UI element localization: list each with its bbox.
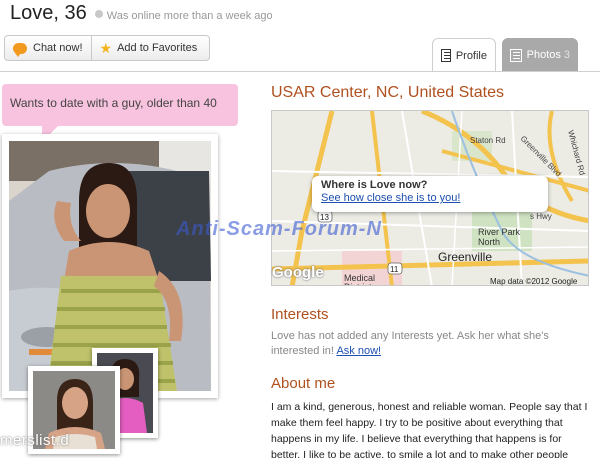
- online-status-text: Was online more than a week ago: [106, 10, 273, 22]
- chat-bubble-icon: [13, 42, 27, 57]
- online-status-icon: [94, 10, 103, 18]
- profile-actions: Chat now! ★ Add to Favorites: [4, 35, 210, 61]
- see-how-close-link[interactable]: See how close she is to you!: [321, 192, 539, 204]
- map-label-greenville: Greenville: [438, 250, 492, 264]
- profile-header: Love, 36 Was online more than a week ago: [10, 2, 273, 28]
- tab-photos[interactable]: Photos 3: [502, 38, 578, 72]
- profile-tabs: Profile Photos 3: [430, 38, 600, 72]
- interests-heading: Interests: [271, 306, 329, 323]
- add-to-favorites-button[interactable]: ★ Add to Favorites: [90, 36, 206, 60]
- map-popup-title: Where is Love now?: [321, 179, 428, 191]
- tab-profile-label: Profile: [455, 49, 487, 62]
- tab-photos-label: Photos: [526, 49, 561, 61]
- map-label-hwy: s Hwy: [530, 212, 552, 221]
- location-heading: USAR Center, NC, United States: [271, 84, 504, 101]
- dating-preference-bubble: Wants to date with a guy, older than 40: [2, 84, 238, 142]
- interests-text: Love has not added any Interests yet. As…: [271, 329, 581, 359]
- map-popup: Where is Love now? See how close she is …: [312, 176, 548, 212]
- map-label-river-park-line1: River Park: [478, 227, 521, 237]
- map-route-11: 11: [390, 265, 399, 274]
- dating-preference-text: Wants to date with a guy, older than 40: [10, 96, 217, 110]
- profile-name: Love, 36: [10, 2, 87, 24]
- profile-card-icon: [441, 49, 451, 62]
- google-logo: Google: [272, 264, 324, 281]
- photos-count: 3: [563, 49, 570, 61]
- tab-divider: [0, 71, 600, 72]
- add-to-favorites-label: Add to Favorites: [117, 42, 198, 54]
- map-copyright: Map data ©2012 Google: [490, 277, 578, 286]
- chat-now-button[interactable]: Chat now!: [5, 36, 91, 60]
- watermark-center: Anti-Scam-Forum-N: [176, 218, 382, 240]
- map-label-staton-rd: Staton Rd: [470, 136, 506, 145]
- ask-now-link[interactable]: Ask now!: [336, 345, 381, 357]
- tab-profile[interactable]: Profile: [432, 38, 496, 72]
- about-me-heading: About me: [271, 375, 336, 392]
- interests-description: Love has not added any Interests yet. As…: [271, 330, 549, 357]
- watermark-left: merslist.d: [0, 432, 70, 449]
- map-label-medical-line2: District: [344, 282, 372, 286]
- photos-icon: [510, 48, 522, 62]
- map-label-river-park-line2: North: [478, 237, 500, 247]
- about-me-text: I am a kind, generous, honest and reliab…: [271, 401, 588, 458]
- star-icon: ★: [99, 40, 113, 56]
- chat-now-label: Chat now!: [33, 42, 83, 54]
